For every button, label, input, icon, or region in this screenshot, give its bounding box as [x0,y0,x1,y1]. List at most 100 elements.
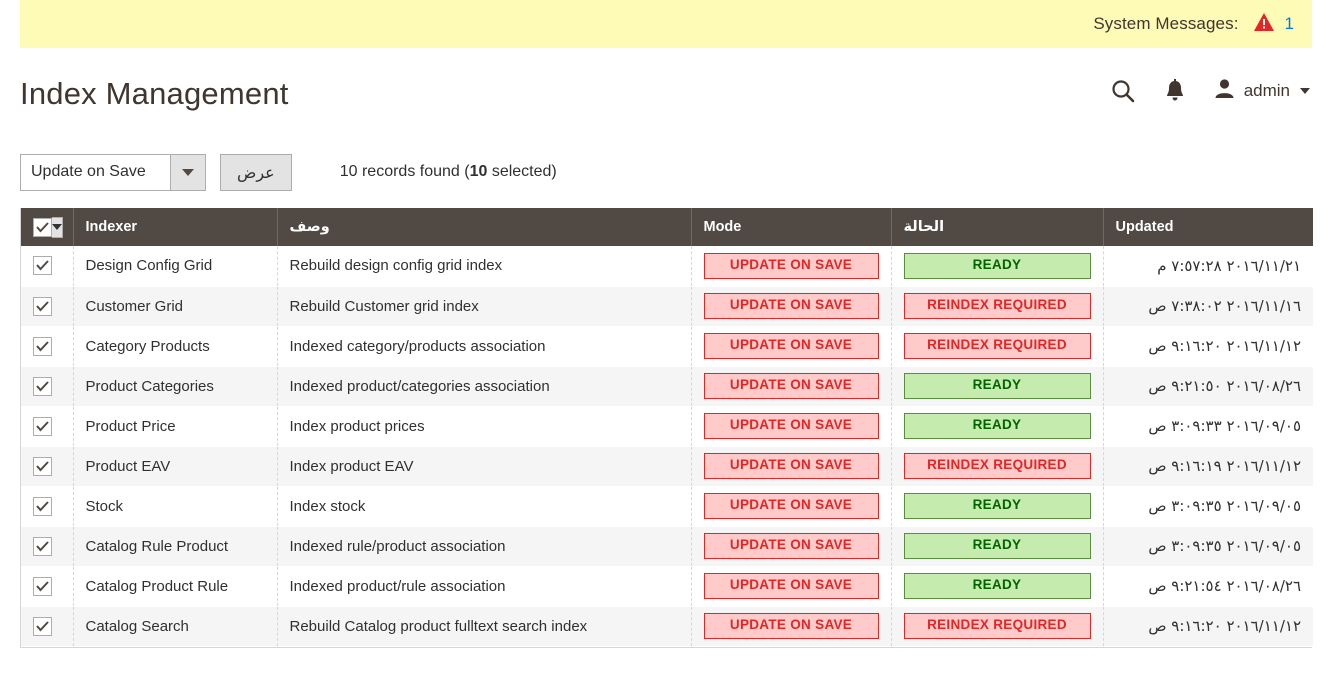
cell-description: Index stock [277,486,691,526]
cell-updated: ٢٠١٦/١١/١٦ ٧:٣٨:٠٢ ص [1103,286,1313,326]
header-tools: admin [1110,78,1310,104]
cell-mode: UPDATE ON SAVE [691,286,891,326]
mass-action-select-value: Update on Save [20,154,170,191]
cell-description: Rebuild Catalog product fulltext search … [277,606,691,646]
cell-indexer: Catalog Product Rule [73,566,277,606]
user-avatar-icon [1214,78,1235,104]
submit-button[interactable]: عرض [220,154,292,191]
column-header-status[interactable]: الحالة [891,208,1103,246]
checkbox-checked-icon [36,260,49,271]
mode-badge: UPDATE ON SAVE [704,453,879,479]
indexer-grid: Indexer وصف Mode الحالة Updated Design C… [20,208,1312,648]
cell-mode: UPDATE ON SAVE [691,566,891,606]
cell-description: Rebuild design config grid index [277,246,691,286]
row-select-cell [21,366,73,406]
select-all-checkbox[interactable] [33,218,52,237]
cell-updated: ٢٠١٦/١١/١٢ ٩:١٦:١٩ ص [1103,446,1313,486]
checkbox-checked-icon [36,341,49,352]
mode-badge: UPDATE ON SAVE [704,533,879,559]
status-badge: REINDEX REQUIRED [904,613,1091,639]
records-found-prefix: 10 records found ( [340,163,470,180]
table-row[interactable]: Catalog Product RuleIndexed product/rule… [21,566,1313,606]
records-found-suffix: selected) [487,163,556,180]
grid-toolbar: Update on Save عرض 10 records found (10 … [20,152,1312,192]
row-checkbox[interactable] [33,537,52,556]
column-header-description[interactable]: وصف [277,208,691,246]
cell-updated: ٢٠١٦/٠٨/٢٦ ٩:٢١:٥٠ ص [1103,366,1313,406]
records-found-text: 10 records found (10 selected) [340,163,557,181]
mass-action-select[interactable]: Update on Save [20,154,206,191]
column-header-indexer[interactable]: Indexer [73,208,277,246]
mode-badge: UPDATE ON SAVE [704,573,879,599]
mode-badge: UPDATE ON SAVE [704,373,879,399]
row-select-cell [21,566,73,606]
cell-indexer: Product Price [73,406,277,446]
row-select-cell [21,606,73,646]
status-badge: REINDEX REQUIRED [904,453,1091,479]
mode-badge: UPDATE ON SAVE [704,253,879,279]
status-badge: READY [904,253,1091,279]
row-checkbox[interactable] [33,417,52,436]
status-badge: READY [904,573,1091,599]
column-header-mode[interactable]: Mode [691,208,891,246]
cell-updated: ٢٠١٦/١١/١٢ ٩:١٦:٢٠ ص [1103,326,1313,366]
row-checkbox[interactable] [33,256,52,275]
cell-status: READY [891,526,1103,566]
status-badge: READY [904,413,1091,439]
table-row[interactable]: Product EAVIndex product EAVUPDATE ON SA… [21,446,1313,486]
cell-indexer: Catalog Rule Product [73,526,277,566]
checkbox-checked-icon [36,222,49,233]
cell-mode: UPDATE ON SAVE [691,446,891,486]
bell-icon[interactable] [1164,79,1186,103]
cell-updated: ٢٠١٦/٠٩/٠٥ ٣:٠٩:٣٣ ص [1103,406,1313,446]
row-select-cell [21,526,73,566]
table-row[interactable]: Customer GridRebuild Customer grid index… [21,286,1313,326]
table-row[interactable]: Catalog Rule ProductIndexed rule/product… [21,526,1313,566]
cell-updated: ٢٠١٦/١١/١٢ ٩:١٦:٢٠ ص [1103,606,1313,646]
mode-badge: UPDATE ON SAVE [704,613,879,639]
row-checkbox[interactable] [33,377,52,396]
cell-mode: UPDATE ON SAVE [691,526,891,566]
chevron-down-icon[interactable] [170,154,206,191]
search-icon[interactable] [1110,78,1136,104]
table-row[interactable]: Category ProductsIndexed category/produc… [21,326,1313,366]
admin-menu[interactable]: admin [1214,78,1310,104]
cell-indexer: Stock [73,486,277,526]
table-row[interactable]: Catalog SearchRebuild Catalog product fu… [21,606,1313,646]
mode-badge: UPDATE ON SAVE [704,413,879,439]
table-row[interactable]: Product CategoriesIndexed product/catego… [21,366,1313,406]
row-checkbox[interactable] [33,617,52,636]
cell-status: REINDEX REQUIRED [891,446,1103,486]
status-badge: READY [904,493,1091,519]
checkbox-checked-icon [36,381,49,392]
table-row[interactable]: Product PriceIndex product pricesUPDATE … [21,406,1313,446]
checkbox-checked-icon [36,541,49,552]
checkbox-checked-icon [36,301,49,312]
cell-status: READY [891,486,1103,526]
table-row[interactable]: Design Config GridRebuild design config … [21,246,1313,286]
cell-status: READY [891,406,1103,446]
row-checkbox[interactable] [33,337,52,356]
status-badge: REINDEX REQUIRED [904,333,1091,359]
admin-user-name: admin [1244,81,1290,101]
records-selected-count: 10 [470,163,488,180]
cell-description: Indexed product/categories association [277,366,691,406]
row-checkbox[interactable] [33,297,52,316]
row-checkbox[interactable] [33,457,52,476]
cell-description: Indexed category/products association [277,326,691,366]
select-all-dropdown-icon[interactable] [52,217,63,238]
checkbox-checked-icon [36,461,49,472]
cell-status: READY [891,246,1103,286]
mode-badge: UPDATE ON SAVE [704,493,879,519]
cell-updated: ٢٠١٦/٠٩/٠٥ ٣:٠٩:٣٥ ص [1103,526,1313,566]
column-header-select-all [21,208,73,246]
row-checkbox[interactable] [33,497,52,516]
chevron-down-icon [1300,88,1310,94]
cell-mode: UPDATE ON SAVE [691,366,891,406]
page-header: Index Management [0,60,1330,130]
cell-indexer: Category Products [73,326,277,366]
table-row[interactable]: StockIndex stockUPDATE ON SAVEREADY٢٠١٦/… [21,486,1313,526]
column-header-updated[interactable]: Updated [1103,208,1313,246]
row-checkbox[interactable] [33,577,52,596]
system-messages-count[interactable]: 1 [1285,14,1294,34]
